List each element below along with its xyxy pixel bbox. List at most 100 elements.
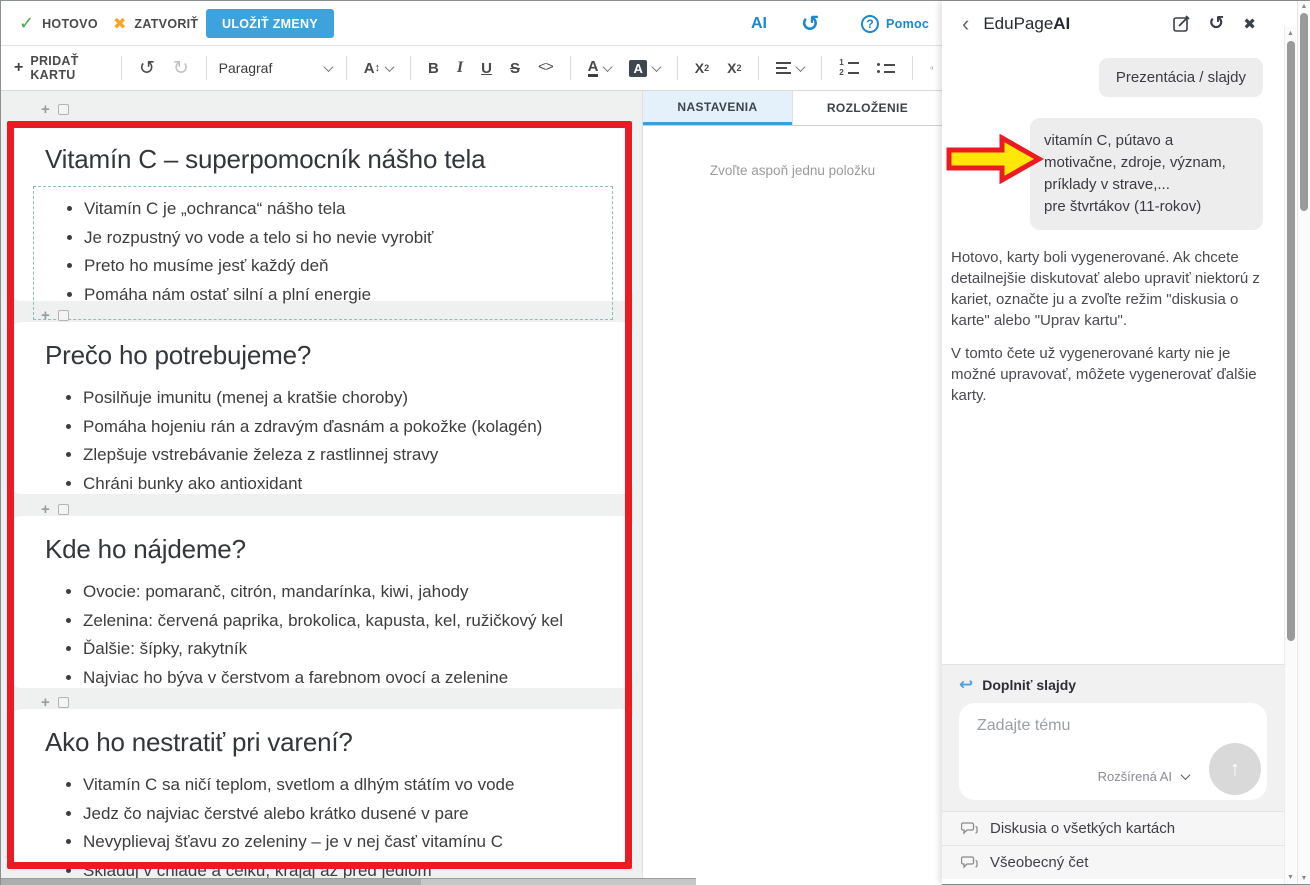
strikethrough-button[interactable]: S bbox=[501, 46, 529, 91]
question-icon: ? bbox=[861, 15, 879, 33]
slide-card-4[interactable]: Ako ho nestratiť pri varení? Vitamín C s… bbox=[11, 709, 633, 869]
done-button[interactable]: ✓ HOTOVO bbox=[19, 1, 98, 46]
chevron-down-icon bbox=[603, 62, 613, 72]
close-document-button[interactable]: ✖ ZATVORIŤ bbox=[113, 1, 198, 46]
selected-text-block[interactable]: Vitamín C je „ochranca“ nášho tela Je ro… bbox=[33, 186, 613, 320]
up-arrow-icon: ↑ bbox=[1230, 758, 1240, 781]
slide-card-1[interactable]: Vitamín C – superpomocník nášho tela Vit… bbox=[11, 126, 633, 301]
add-card-inline-control[interactable]: + bbox=[41, 694, 69, 710]
back-chevron-icon[interactable]: ‹ bbox=[962, 15, 969, 33]
close-panel-icon[interactable]: ✖ bbox=[1243, 15, 1256, 33]
model-selector-label: Rozšírená AI bbox=[1098, 769, 1172, 784]
add-card-button[interactable]: + PRIDAŤ KARTU bbox=[1, 46, 113, 91]
settings-panel: NASTAVENIA ROZLOŽENIE Zvoľte aspoň jednu… bbox=[642, 91, 942, 885]
font-size-dropdown[interactable]: A↕ bbox=[355, 46, 402, 91]
assistant-response: Hotovo, karty boli vygenerované. Ak chce… bbox=[942, 230, 1284, 331]
superscript-button[interactable]: X2 bbox=[686, 46, 718, 91]
add-card-inline-control[interactable]: + bbox=[41, 101, 69, 117]
list-item: Nevyplievaj šťavu zo zeleniny – je v nej… bbox=[83, 828, 633, 857]
chat-scrollbar[interactable]: ▲ ▼ bbox=[1284, 27, 1296, 884]
highlight-color-dropdown[interactable]: A bbox=[620, 46, 668, 91]
undo-icon[interactable]: ↺ bbox=[130, 46, 164, 91]
card-title: Ako ho nestratiť pri varení? bbox=[11, 709, 633, 758]
bullet-list: Vitamín C sa ničí teplom, svetlom a dlhý… bbox=[11, 771, 633, 885]
top-bar: ✓ HOTOVO ✖ ZATVORIŤ ULOŽIŤ ZMENY AI ↺ ? … bbox=[1, 1, 942, 46]
save-changes-button[interactable]: ULOŽIŤ ZMENY bbox=[206, 9, 334, 38]
ai-panel-header: ‹ EduPageAI ↺ ✖ bbox=[942, 1, 1310, 46]
menu-item-discussion-all-cards[interactable]: Diskusia o všetkých kartách bbox=[942, 811, 1284, 845]
add-card-inline-control[interactable]: + bbox=[41, 307, 69, 323]
tab-nastavenia[interactable]: NASTAVENIA bbox=[643, 91, 792, 125]
add-card-inline-control[interactable]: + bbox=[41, 501, 69, 517]
done-label: HOTOVO bbox=[42, 17, 98, 31]
x-icon: ✖ bbox=[113, 14, 126, 34]
list-item: Posilňuje imunitu (menej a kratšie choro… bbox=[83, 384, 633, 413]
empty-selection-message: Zvoľte aspoň jednu položku bbox=[643, 163, 942, 178]
list-item: Chráni bunky ako antioxidant bbox=[83, 470, 633, 499]
text-color-dropdown[interactable]: A bbox=[579, 46, 621, 91]
divider bbox=[121, 56, 122, 80]
settings-tabs: NASTAVENIA ROZLOŽENIE bbox=[643, 91, 942, 126]
divider bbox=[206, 56, 207, 80]
horizontal-scrollbar-thumb[interactable] bbox=[1, 879, 421, 885]
scroll-down-icon[interactable]: ▼ bbox=[1285, 874, 1296, 881]
divider bbox=[570, 56, 571, 80]
horizontal-scrollbar[interactable] bbox=[1, 878, 696, 885]
menu-item-label: Diskusia o všetkých kartách bbox=[990, 820, 1175, 837]
help-button[interactable]: ? Pomoc bbox=[861, 1, 929, 46]
chat-bubble-icon bbox=[961, 822, 978, 836]
model-selector-dropdown[interactable]: Rozšírená AI bbox=[1098, 769, 1189, 784]
slide-card-2[interactable]: Prečo ho potrebujeme? Posilňuje imunitu … bbox=[11, 322, 633, 494]
paragraph-style-dropdown[interactable]: Paragraf bbox=[215, 46, 338, 91]
footer-action-row[interactable]: ↩ Doplniť slajdy bbox=[942, 664, 1284, 703]
panel-title: EduPageAI bbox=[983, 14, 1070, 34]
help-label: Pomoc bbox=[886, 17, 929, 31]
redo-icon[interactable]: ↻ bbox=[164, 46, 198, 91]
reply-arrow-icon: ↩ bbox=[959, 675, 973, 695]
scroll-up-icon[interactable]: ▲ bbox=[1298, 3, 1310, 10]
checkbox-icon bbox=[58, 104, 69, 115]
underline-button[interactable]: U bbox=[472, 46, 501, 91]
chat-history-icon[interactable]: ↺ bbox=[1209, 12, 1225, 35]
plus-icon: + bbox=[41, 694, 50, 711]
chevron-down-icon bbox=[323, 62, 333, 72]
list-item: Pomáha hojeniu rán a zdravým ďasnám a po… bbox=[83, 413, 633, 442]
list-item: Preto ho musíme jesť každý deň bbox=[84, 252, 612, 281]
menu-item-general-chat[interactable]: Všeobecný čet bbox=[942, 845, 1284, 879]
mode-pill[interactable]: Prezentácia / slajdy bbox=[1099, 58, 1263, 97]
checkbox-icon bbox=[58, 697, 69, 708]
send-button[interactable]: ↑ bbox=[1209, 743, 1261, 795]
new-chat-icon[interactable] bbox=[1173, 15, 1190, 32]
list-item: Vitamín C je „ochranca“ nášho tela bbox=[84, 195, 612, 224]
bullet-list-button[interactable] bbox=[868, 46, 904, 91]
subscript-button[interactable]: X2 bbox=[718, 46, 750, 91]
code-button[interactable]: <> bbox=[529, 46, 562, 91]
page-scrollbar[interactable]: ▲ ▼ bbox=[1297, 1, 1310, 884]
chat-scrollbar-thumb[interactable] bbox=[1287, 41, 1295, 641]
card-title: Vitamín C – superpomocník nášho tela bbox=[11, 126, 633, 175]
scroll-down-icon[interactable]: ▼ bbox=[1298, 875, 1310, 882]
history-icon[interactable]: ↺ bbox=[801, 1, 819, 46]
topic-input[interactable] bbox=[977, 717, 1197, 767]
slide-card-3[interactable]: Kde ho nájdeme? Ovocie: pomaranč, citrón… bbox=[11, 516, 633, 688]
italic-button[interactable]: I bbox=[448, 46, 472, 91]
outdent-button[interactable] bbox=[921, 46, 942, 91]
chat-bubble-icon bbox=[961, 856, 978, 870]
ai-panel-footer: ↩ Doplniť slajdy Rozšírená AI ↑ Diskusia… bbox=[942, 664, 1284, 879]
numbered-list-button[interactable]: 12 bbox=[830, 46, 867, 91]
align-dropdown[interactable] bbox=[767, 46, 813, 91]
page-scrollbar-thumb[interactable] bbox=[1300, 13, 1308, 211]
scroll-up-icon[interactable]: ▲ bbox=[1285, 30, 1296, 37]
chat-messages: Prezentácia / slajdy vitamín C, pútavo a… bbox=[942, 46, 1284, 406]
list-item: Je rozpustný vo vode a telo si ho nevie … bbox=[84, 224, 612, 253]
chevron-down-icon bbox=[1181, 770, 1191, 780]
list-item: Vitamín C sa ničí teplom, svetlom a dlhý… bbox=[83, 771, 633, 800]
tab-rozlozenie[interactable]: ROZLOŽENIE bbox=[792, 91, 942, 125]
plus-icon: + bbox=[41, 101, 50, 118]
ai-button[interactable]: AI bbox=[751, 1, 767, 46]
divider bbox=[758, 56, 759, 80]
checkbox-icon bbox=[58, 504, 69, 515]
bold-button[interactable]: B bbox=[419, 46, 448, 91]
divider bbox=[410, 56, 411, 80]
card-title: Kde ho nájdeme? bbox=[11, 516, 633, 565]
